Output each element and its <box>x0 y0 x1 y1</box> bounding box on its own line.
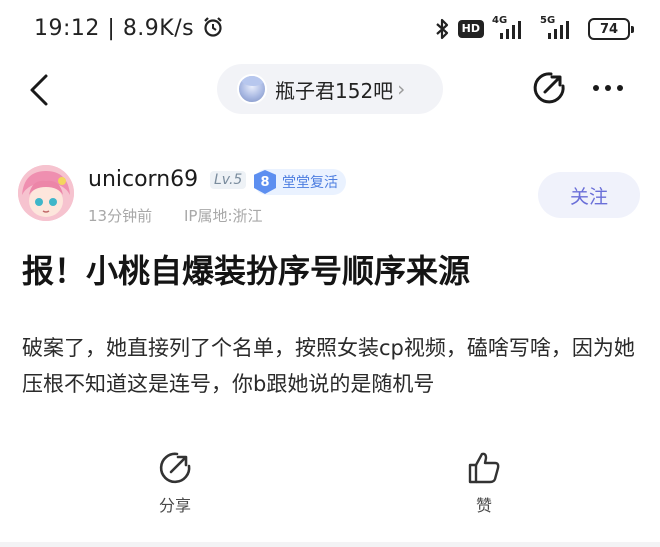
network-speed: 8.9K/s <box>122 16 195 41</box>
honor-number: 8 <box>254 170 276 194</box>
forum-link[interactable]: 瓶子君152吧 › <box>217 64 443 114</box>
ip-location: IP属地:浙江 <box>184 207 263 225</box>
like-button[interactable]: 赞 <box>444 450 524 516</box>
status-separator: | <box>107 16 123 41</box>
status-bar: 19:12 | 8.9K/s HD 4G 5G 74 <box>0 0 660 56</box>
status-time-speed: 19:12 | 8.9K/s <box>34 16 224 44</box>
status-icons: HD 4G 5G 74 <box>434 15 634 42</box>
share-button[interactable]: 分享 <box>135 450 215 516</box>
like-icon <box>468 452 500 484</box>
more-icon <box>593 85 623 91</box>
avatar[interactable] <box>18 165 74 221</box>
forum-avatar <box>237 74 267 104</box>
hd-badge: HD <box>457 20 484 38</box>
post-time: 13分钟前 <box>88 207 153 225</box>
share-icon <box>159 452 191 484</box>
bluetooth-icon <box>434 17 450 41</box>
share-icon <box>533 72 565 104</box>
share-label: 分享 <box>158 496 191 515</box>
back-icon <box>30 74 48 106</box>
honor-badge: 8 堂堂复活 <box>254 169 346 195</box>
forum-name: 瓶子君152吧 <box>275 78 394 103</box>
signal-4g-icon: 4G <box>492 15 532 41</box>
level-badge: Lv.5 <box>210 171 247 189</box>
post-title: 报！小桃自爆装扮序号顺序来源 <box>22 252 471 290</box>
alarm-icon <box>202 16 224 44</box>
back-button[interactable] <box>26 72 56 108</box>
follow-button[interactable]: 关注 <box>538 172 640 218</box>
author-name[interactable]: unicorn69 <box>88 167 198 192</box>
nav-bar: 瓶子君152吧 › <box>0 60 660 118</box>
post-body: 破案了，她直接列了个名单，按照女装cp视频，磕啥写啥，因为她压根不知道这是连号，… <box>22 336 635 396</box>
like-label: 赞 <box>475 496 492 515</box>
clock-time: 19:12 <box>34 16 100 41</box>
honor-title: 堂堂复活 <box>282 175 338 191</box>
author-row: unicorn69 Lv.5 8 堂堂复活 13分钟前 IP属地:浙江 关注 <box>18 165 658 231</box>
more-button[interactable] <box>588 70 628 106</box>
share-top-button[interactable] <box>531 70 567 106</box>
chevron-right-icon: › <box>397 77 406 101</box>
signal-5g-icon: 5G <box>540 15 580 41</box>
battery-indicator: 74 <box>588 18 634 40</box>
divider <box>0 542 660 547</box>
